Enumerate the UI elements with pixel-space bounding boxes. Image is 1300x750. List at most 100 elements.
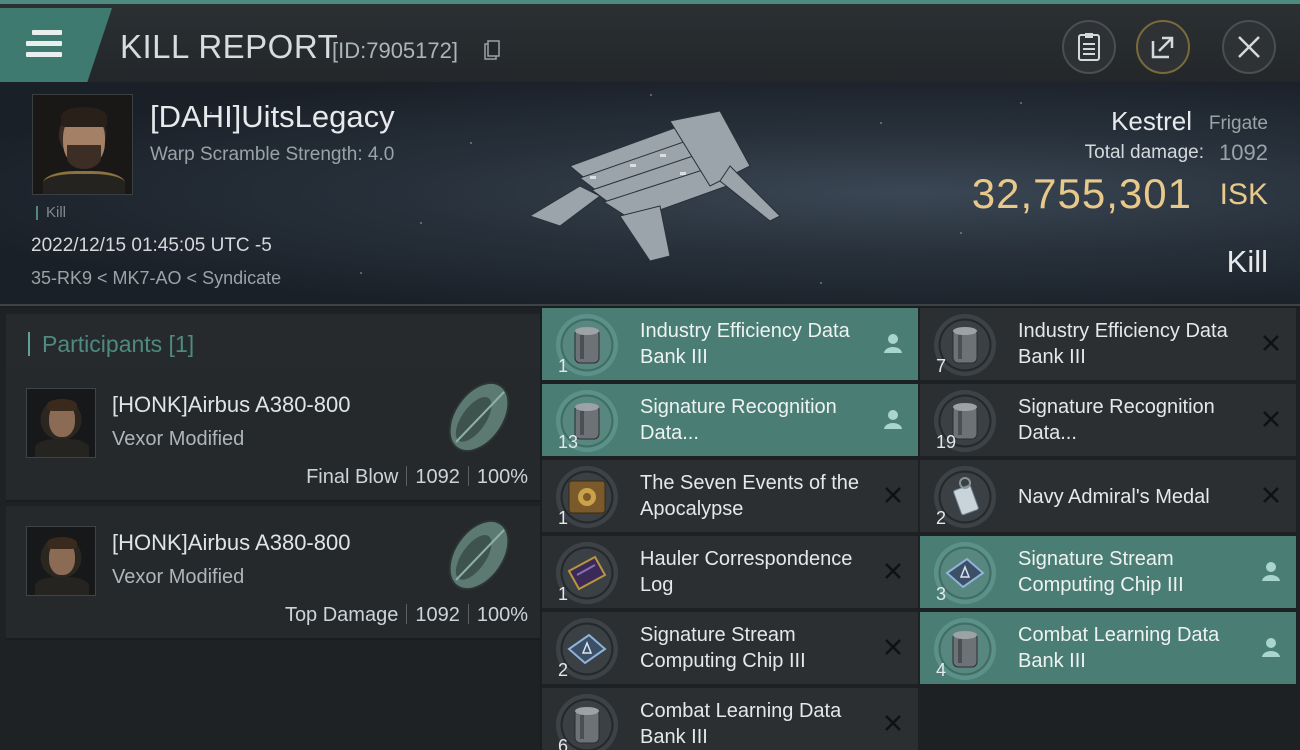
item-quantity: 6 [558,736,569,750]
page-title: KILL REPORT [120,28,339,65]
menu-button[interactable] [0,8,112,82]
participants-heading: Participants [1] [28,332,194,356]
participant-damage: 1092 [415,466,460,488]
participant-role: Top Damage [284,604,399,626]
destroyed-icon [1263,487,1279,503]
item-tile[interactable]: 6 Combat Learning Data Bank III [542,688,918,750]
victim-ship-image[interactable] [520,106,790,266]
kill-tag: Kill [36,205,66,220]
kill-date: 2022/12/15 01:45:05 UTC -5 [31,235,272,256]
total-damage-label: Total damage: [1084,142,1204,163]
share-icon [1151,36,1174,59]
item-tile[interactable]: 19 Signature Recognition Data... [920,384,1296,458]
item-status [1258,634,1284,660]
item-tile[interactable]: 7 Industry Efficiency Data Bank III [920,308,1296,382]
item-label: Navy Admiral's Medal [1018,486,1210,508]
dropped-icon [884,334,902,353]
participant-name[interactable]: [HONK]Airbus A380-800 [112,392,350,418]
item-tile[interactable]: 2 Signature Stream Computing Chip III [542,612,918,686]
clipboard-button[interactable] [1062,20,1116,74]
victim-subtitle: Warp Scramble Strength: 4.0 [150,144,395,165]
item-quantity: 1 [558,508,569,528]
isk-value: 32,755,301 [971,170,1192,217]
item-status [880,710,906,736]
victim-portrait[interactable] [32,94,133,195]
item-tile[interactable]: 2 Navy Admiral's Medal [920,460,1296,534]
item-quantity: 2 [936,508,947,528]
item-status [880,558,906,584]
dropped-icon [1262,562,1280,581]
item-label: Signature Recognition Data... [1018,396,1215,444]
participant-role: Final Blow [306,466,399,488]
ship-name[interactable]: Kestrel [1111,106,1192,137]
participant-ship: Vexor Modified [112,428,245,450]
title-bar: KILL REPORT [ID:7905172] [0,0,1300,82]
participant-stats: Top Damage 1092 100% [285,604,528,627]
item-quantity: 1 [558,356,569,376]
participant-percent: 100% [476,466,528,488]
item-status [1258,406,1284,432]
participant-percent: 100% [476,604,528,626]
item-tile[interactable]: 1 The Seven Events of the Apocalypse [542,460,918,534]
item-tile[interactable]: 3 Signature Stream Computing Chip III [920,536,1296,610]
close-icon [1238,36,1260,58]
item-status [1258,482,1284,508]
total-damage-value: 1092 [1219,140,1268,165]
participant-row[interactable]: [HONK]Airbus A380-800 Vexor Modified Top… [6,506,540,640]
item-quantity: 1 [558,584,569,604]
item-label: Combat Learning Data Bank III [1018,624,1220,672]
item-status [1258,558,1284,584]
item-tile[interactable]: 1 Industry Efficiency Data Bank III [542,308,918,382]
destroyed-icon [885,563,901,579]
participant-stats: Final Blow 1092 100% [306,466,528,489]
dropped-icon [884,410,902,429]
participant-name[interactable]: [HONK]Airbus A380-800 [112,530,350,556]
item-quantity: 3 [936,584,947,604]
participant-damage: 1092 [415,604,460,626]
share-button[interactable] [1136,20,1190,74]
item-tile[interactable]: 1 Hauler Correspondence Log [542,536,918,610]
item-status [880,330,906,356]
victim-banner: [DAHI]UitsLegacy Warp Scramble Strength:… [0,82,1300,306]
destroyed-icon [885,487,901,503]
destroyed-icon [1263,335,1279,351]
participant-ship: Vexor Modified [112,566,245,588]
participants-panel: Participants [1] [HONK]Airbus A380-800 V… [0,308,540,750]
item-tile[interactable]: 13 Signature Recognition Data... [542,384,918,458]
item-tile[interactable]: 4 Combat Learning Data Bank III [920,612,1296,686]
item-status [880,482,906,508]
copy-icon[interactable] [484,40,500,60]
ship-class: Frigate [1208,113,1268,134]
item-label: Hauler Correspondence Log [640,548,853,596]
participants-header: Participants [1] [6,314,540,372]
item-label: Signature Stream Computing Chip III [640,624,806,672]
destroyed-icon [885,715,901,731]
items-grid: 1 Industry Efficiency Data Bank III 13 Sign… [542,308,1300,750]
item-label: Signature Stream Computing Chip III [1018,548,1184,596]
participant-ship-image[interactable] [434,510,524,600]
item-status [880,406,906,432]
result-label: Kill [1226,244,1268,279]
item-quantity: 19 [936,432,957,452]
item-label: Industry Efficiency Data Bank III [640,320,850,368]
destroyed-icon [1263,411,1279,427]
item-status [880,634,906,660]
destroyed-icon [885,639,901,655]
kill-location[interactable]: 35-RK9 < MK7-AO < Syndicate [31,268,281,289]
item-label: Combat Learning Data Bank III [640,700,842,748]
item-label: The Seven Events of the Apocalypse [640,472,860,520]
isk-unit: ISK [1219,178,1268,211]
close-button[interactable] [1222,20,1276,74]
participant-ship-image[interactable] [434,372,524,462]
participant-portrait[interactable] [26,526,96,596]
item-label: Industry Efficiency Data Bank III [1018,320,1228,368]
item-status [1258,330,1284,356]
victim-name[interactable]: [DAHI]UitsLegacy [150,99,395,135]
participant-row[interactable]: [HONK]Airbus A380-800 Vexor Modified Fin… [6,368,540,502]
participant-portrait[interactable] [26,388,96,458]
item-quantity: 2 [558,660,569,680]
item-label: Signature Recognition Data... [640,396,837,444]
hamburger-icon [26,30,62,63]
report-id: [ID:7905172] [332,38,458,63]
item-quantity: 7 [936,356,947,376]
